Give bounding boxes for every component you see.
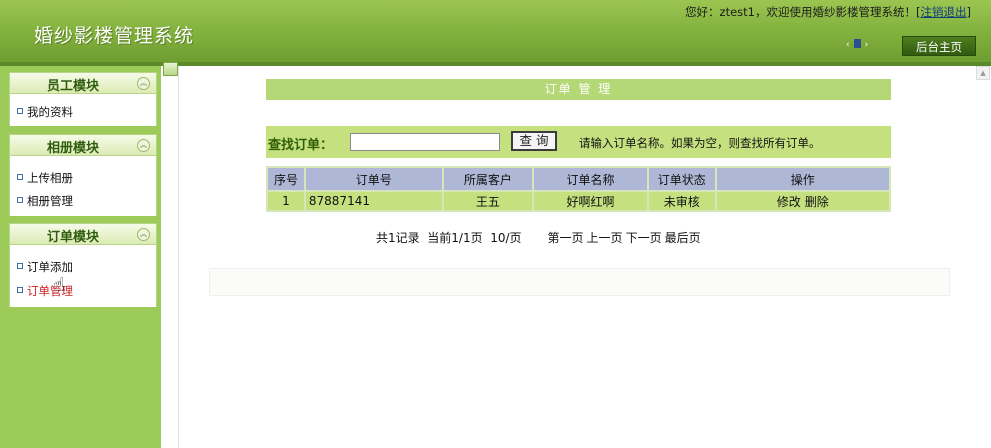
sidebar-item-order-add[interactable]: 订单添加	[17, 259, 73, 275]
first-page-link[interactable]: 第一页	[548, 231, 584, 245]
column-header-order-name: 订单名称	[532, 166, 649, 192]
sidebar-module-order-body: 订单添加 订单管理	[9, 245, 157, 307]
sidebar-module-album[interactable]: 相册模块 ︽	[9, 134, 157, 156]
module-title: 员工模块	[46, 79, 99, 94]
sidebar-item-order-manage[interactable]: 订单管理	[17, 283, 73, 299]
sidebar-item-label: 相册管理	[27, 194, 73, 208]
bullet-icon	[17, 197, 23, 203]
pagination-summary: 共1记录 当前1/1页 10/页	[376, 231, 522, 245]
logout-link[interactable]: 注销退出	[921, 5, 967, 19]
search-input[interactable]	[350, 133, 500, 151]
pagination: 共1记录 当前1/1页 10/页 第一页 上一页 下一页 最后页	[376, 229, 704, 246]
collapse-chevron-icon[interactable]: ︽	[137, 139, 150, 152]
welcome-suffix: ]	[966, 5, 972, 19]
cell-order-name: 好啊红啊	[532, 190, 649, 212]
bullet-icon	[17, 287, 23, 293]
column-header-status: 订单状态	[646, 166, 717, 192]
sidebar-module-staff-body: 我的资料	[9, 94, 157, 126]
sidebar-item-upload-album[interactable]: 上传相册	[17, 170, 73, 186]
last-page-link[interactable]: 最后页	[665, 231, 701, 245]
bullet-icon	[17, 174, 23, 180]
search-hint: 请输入订单名称。如果为空，则查找所有订单。	[579, 136, 821, 150]
sidebar-module-order[interactable]: 订单模块 ︽	[9, 223, 157, 245]
cell-actions: 修改 删除	[714, 190, 892, 212]
search-bar: 查找订单： 查 询 请输入订单名称。如果为空，则查找所有订单。	[266, 126, 891, 158]
frame-divider	[178, 66, 179, 448]
module-title: 相册模块	[46, 141, 99, 156]
sidebar-item-label: 我的资料	[27, 105, 73, 119]
table-header-row: 序号 订单号 所属客户 订单名称 订单状态 操作	[266, 166, 892, 192]
module-title: 订单模块	[46, 230, 99, 245]
nav-arrows[interactable]: ‹ ›	[846, 39, 868, 50]
home-button[interactable]: 后台主页	[902, 36, 976, 56]
prev-page-link[interactable]: 上一页	[587, 231, 623, 245]
sidebar-item-my-profile[interactable]: 我的资料	[17, 104, 73, 120]
panel-icon	[853, 39, 861, 48]
app-header: 婚纱影楼管理系统 您好：ztest1，欢迎使用婚纱影楼管理系统！[注销退出] ‹…	[0, 0, 991, 62]
sidebar-toggle-button[interactable]	[163, 62, 178, 76]
welcome-text: 您好：ztest1，欢迎使用婚纱影楼管理系统！[	[685, 5, 921, 19]
collapse-chevron-icon[interactable]: ︽	[137, 77, 150, 90]
cell-customer: 王五	[441, 190, 535, 212]
sidebar-item-label: 订单添加	[27, 260, 73, 274]
app-title: 婚纱影楼管理系统	[34, 25, 195, 47]
chevron-right-icon[interactable]: ›	[865, 40, 869, 50]
scroll-up-icon[interactable]: ▲	[976, 66, 990, 80]
bullet-icon	[17, 263, 23, 269]
page-title: 订单 管 理	[266, 79, 891, 100]
sidebar-module-staff[interactable]: 员工模块 ︽	[9, 72, 157, 94]
search-button[interactable]: 查 询	[511, 131, 557, 151]
chevron-left-icon[interactable]: ‹	[846, 40, 850, 50]
sidebar-item-label: 订单管理	[27, 284, 73, 298]
collapse-chevron-icon[interactable]: ︽	[137, 228, 150, 241]
bullet-icon	[17, 108, 23, 114]
column-header-index: 序号	[266, 166, 306, 192]
column-header-customer: 所属客户	[441, 166, 535, 192]
welcome-message: 您好：ztest1，欢迎使用婚纱影楼管理系统！[注销退出]	[685, 4, 971, 20]
faint-background-bar	[209, 268, 950, 296]
table-row: 1 87887141 王五 好啊红啊 未审核 修改 删除	[266, 190, 892, 212]
column-header-actions: 操作	[714, 166, 892, 192]
cell-status: 未审核	[646, 190, 717, 212]
search-label: 查找订单：	[268, 138, 334, 153]
order-table: 序号 订单号 所属客户 订单名称 订单状态 操作 1 87887141 王五 好…	[266, 166, 892, 212]
cell-order-no: 87887141	[303, 190, 444, 212]
delete-link[interactable]: 删除	[805, 195, 829, 209]
column-header-order-no: 订单号	[303, 166, 444, 192]
sidebar-item-label: 上传相册	[27, 171, 73, 185]
next-page-link[interactable]: 下一页	[626, 231, 662, 245]
sidebar-item-album-manage[interactable]: 相册管理	[17, 193, 73, 209]
cell-index: 1	[266, 190, 306, 212]
sidebar-module-album-body: 上传相册 相册管理	[9, 156, 157, 216]
hand-pointer-cursor-icon: ☝	[53, 274, 65, 296]
sidebar: 员工模块 ︽ 我的资料 相册模块 ︽ 上传相册 相册管理 订单模块 ︽ 订单添加…	[0, 66, 161, 448]
edit-link[interactable]: 修改	[777, 195, 801, 209]
